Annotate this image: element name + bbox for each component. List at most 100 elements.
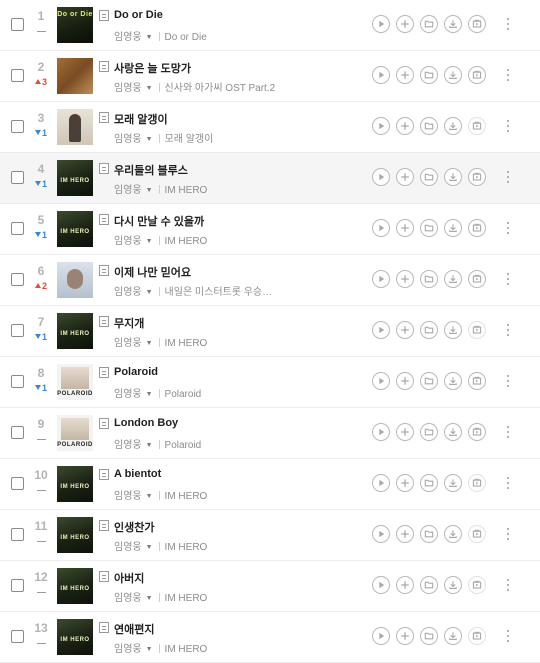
artist-dropdown-icon[interactable]: ▼ <box>146 289 153 296</box>
folder-icon[interactable] <box>420 66 438 84</box>
add-icon[interactable] <box>396 168 414 186</box>
song-title[interactable]: 이제 나만 믿어요 <box>114 264 191 280</box>
more-options-icon[interactable] <box>506 424 510 440</box>
album-name[interactable]: IM HERO <box>165 593 208 604</box>
add-icon[interactable] <box>396 321 414 339</box>
artist-name[interactable]: 임영웅 <box>114 440 142 451</box>
folder-icon[interactable] <box>420 576 438 594</box>
select-checkbox[interactable] <box>11 528 24 541</box>
album-cover[interactable]: IM HERO <box>57 313 93 349</box>
artist-dropdown-icon[interactable]: ▼ <box>146 442 153 449</box>
album-name[interactable]: Do or Die <box>165 32 207 43</box>
artist-dropdown-icon[interactable]: ▼ <box>146 136 153 143</box>
download-icon[interactable] <box>444 321 462 339</box>
music-video-icon[interactable] <box>468 15 486 33</box>
play-icon[interactable] <box>372 474 390 492</box>
track-row[interactable]: 2 3 사랑은 늘 도망가 임영웅 ▼ 신사와 아가씨 OST Part.2 <box>0 51 540 102</box>
song-title[interactable]: 우리들의 블루스 <box>114 162 188 178</box>
add-icon[interactable] <box>396 66 414 84</box>
more-options-icon[interactable] <box>506 475 510 491</box>
album-cover[interactable]: IM HERO <box>57 517 93 553</box>
album-name[interactable]: IM HERO <box>165 542 208 553</box>
add-icon[interactable] <box>396 372 414 390</box>
artist-name[interactable]: 임영웅 <box>114 338 142 349</box>
play-icon[interactable] <box>372 372 390 390</box>
album-cover[interactable]: POLAROID <box>57 415 93 451</box>
download-icon[interactable] <box>444 219 462 237</box>
music-video-icon[interactable] <box>468 66 486 84</box>
download-icon[interactable] <box>444 474 462 492</box>
add-icon[interactable] <box>396 423 414 441</box>
lyrics-icon[interactable] <box>99 469 109 480</box>
track-row[interactable]: 11 IM HERO 인생찬가 임영웅 ▼ IM HERO <box>0 510 540 561</box>
album-name[interactable]: IM HERO <box>165 338 208 349</box>
track-row[interactable]: 1 Do or Die Do or Die 임영웅 ▼ Do or Die <box>0 0 540 51</box>
lyrics-icon[interactable] <box>99 571 109 582</box>
album-name[interactable]: Polaroid <box>165 440 202 451</box>
more-options-icon[interactable] <box>506 271 510 287</box>
track-row[interactable]: 3 1 모래 알갱이 임영웅 ▼ 모래 알갱이 <box>0 102 540 153</box>
more-options-icon[interactable] <box>506 220 510 236</box>
album-name[interactable]: Polaroid <box>165 389 202 400</box>
folder-icon[interactable] <box>420 270 438 288</box>
download-icon[interactable] <box>444 66 462 84</box>
select-checkbox[interactable] <box>11 222 24 235</box>
album-cover[interactable]: IM HERO <box>57 619 93 655</box>
music-video-icon[interactable] <box>468 321 486 339</box>
play-icon[interactable] <box>372 627 390 645</box>
folder-icon[interactable] <box>420 219 438 237</box>
more-options-icon[interactable] <box>506 16 510 32</box>
song-title[interactable]: London Boy <box>114 417 178 429</box>
lyrics-icon[interactable] <box>99 10 109 21</box>
artist-dropdown-icon[interactable]: ▼ <box>146 391 153 398</box>
album-cover[interactable]: IM HERO <box>57 568 93 604</box>
lyrics-icon[interactable] <box>99 520 109 531</box>
song-title[interactable]: 아버지 <box>114 570 144 586</box>
play-icon[interactable] <box>372 423 390 441</box>
artist-name[interactable]: 임영웅 <box>114 236 142 247</box>
folder-icon[interactable] <box>420 474 438 492</box>
song-title[interactable]: 다시 만날 수 있을까 <box>114 213 204 229</box>
album-name[interactable]: IM HERO <box>165 185 208 196</box>
play-icon[interactable] <box>372 270 390 288</box>
play-icon[interactable] <box>372 525 390 543</box>
more-options-icon[interactable] <box>506 577 510 593</box>
artist-dropdown-icon[interactable]: ▼ <box>146 544 153 551</box>
lyrics-icon[interactable] <box>99 622 109 633</box>
track-row[interactable]: 5 1 IM HERO 다시 만날 수 있을까 임영웅 ▼ IM HERO <box>0 204 540 255</box>
artist-name[interactable]: 임영웅 <box>114 287 142 298</box>
folder-icon[interactable] <box>420 321 438 339</box>
select-checkbox[interactable] <box>11 426 24 439</box>
music-video-icon[interactable] <box>468 423 486 441</box>
music-video-icon[interactable] <box>468 168 486 186</box>
select-checkbox[interactable] <box>11 579 24 592</box>
folder-icon[interactable] <box>420 525 438 543</box>
download-icon[interactable] <box>444 270 462 288</box>
album-name[interactable]: IM HERO <box>165 491 208 502</box>
select-checkbox[interactable] <box>11 120 24 133</box>
music-video-icon[interactable] <box>468 219 486 237</box>
artist-dropdown-icon[interactable]: ▼ <box>146 493 153 500</box>
album-name[interactable]: IM HERO <box>165 644 208 655</box>
artist-dropdown-icon[interactable]: ▼ <box>146 187 153 194</box>
add-icon[interactable] <box>396 270 414 288</box>
song-title[interactable]: A bientot <box>114 468 161 480</box>
download-icon[interactable] <box>444 525 462 543</box>
play-icon[interactable] <box>372 66 390 84</box>
artist-name[interactable]: 임영웅 <box>114 389 142 400</box>
more-options-icon[interactable] <box>506 169 510 185</box>
select-checkbox[interactable] <box>11 69 24 82</box>
more-options-icon[interactable] <box>506 67 510 83</box>
lyrics-icon[interactable] <box>99 61 109 72</box>
album-name[interactable]: 모래 알갱이 <box>165 134 214 145</box>
more-options-icon[interactable] <box>506 322 510 338</box>
album-cover[interactable]: Do or Die <box>57 7 93 43</box>
play-icon[interactable] <box>372 168 390 186</box>
album-cover[interactable] <box>57 58 93 94</box>
music-video-icon[interactable] <box>468 474 486 492</box>
artist-name[interactable]: 임영웅 <box>114 134 142 145</box>
folder-icon[interactable] <box>420 168 438 186</box>
lyrics-icon[interactable] <box>99 418 109 429</box>
folder-icon[interactable] <box>420 372 438 390</box>
lyrics-icon[interactable] <box>99 214 109 225</box>
